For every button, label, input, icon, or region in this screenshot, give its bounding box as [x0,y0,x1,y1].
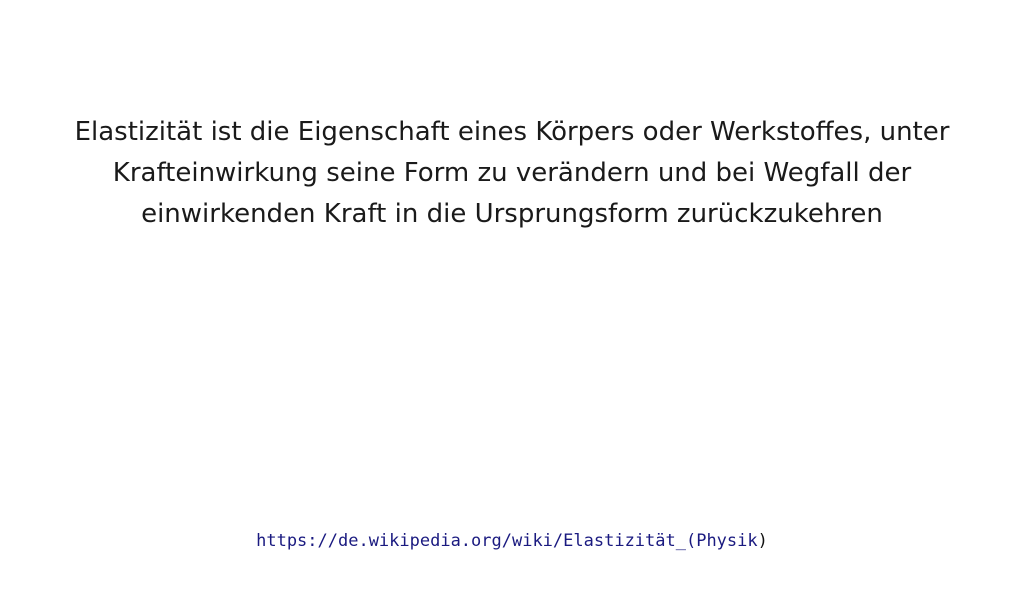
definition-text: Elastizität ist die Eigenschaft eines Kö… [40,112,984,235]
slide-page: Elastizität ist die Eigenschaft eines Kö… [0,0,1024,598]
source-link[interactable]: https://de.wikipedia.org/wiki/Elastizitä… [256,531,758,551]
source-link-closing-paren: ) [757,531,768,551]
definition-line-2: Krafteinwirkung seine Form zu verändern … [112,158,912,188]
source-citation: https://de.wikipedia.org/wiki/Elastizitä… [0,528,1024,554]
definition-line-1: Elastizität ist die Eigenschaft eines Kö… [74,117,950,147]
definition-line-3: einwirkenden Kraft in die Ursprungsform … [141,199,883,229]
